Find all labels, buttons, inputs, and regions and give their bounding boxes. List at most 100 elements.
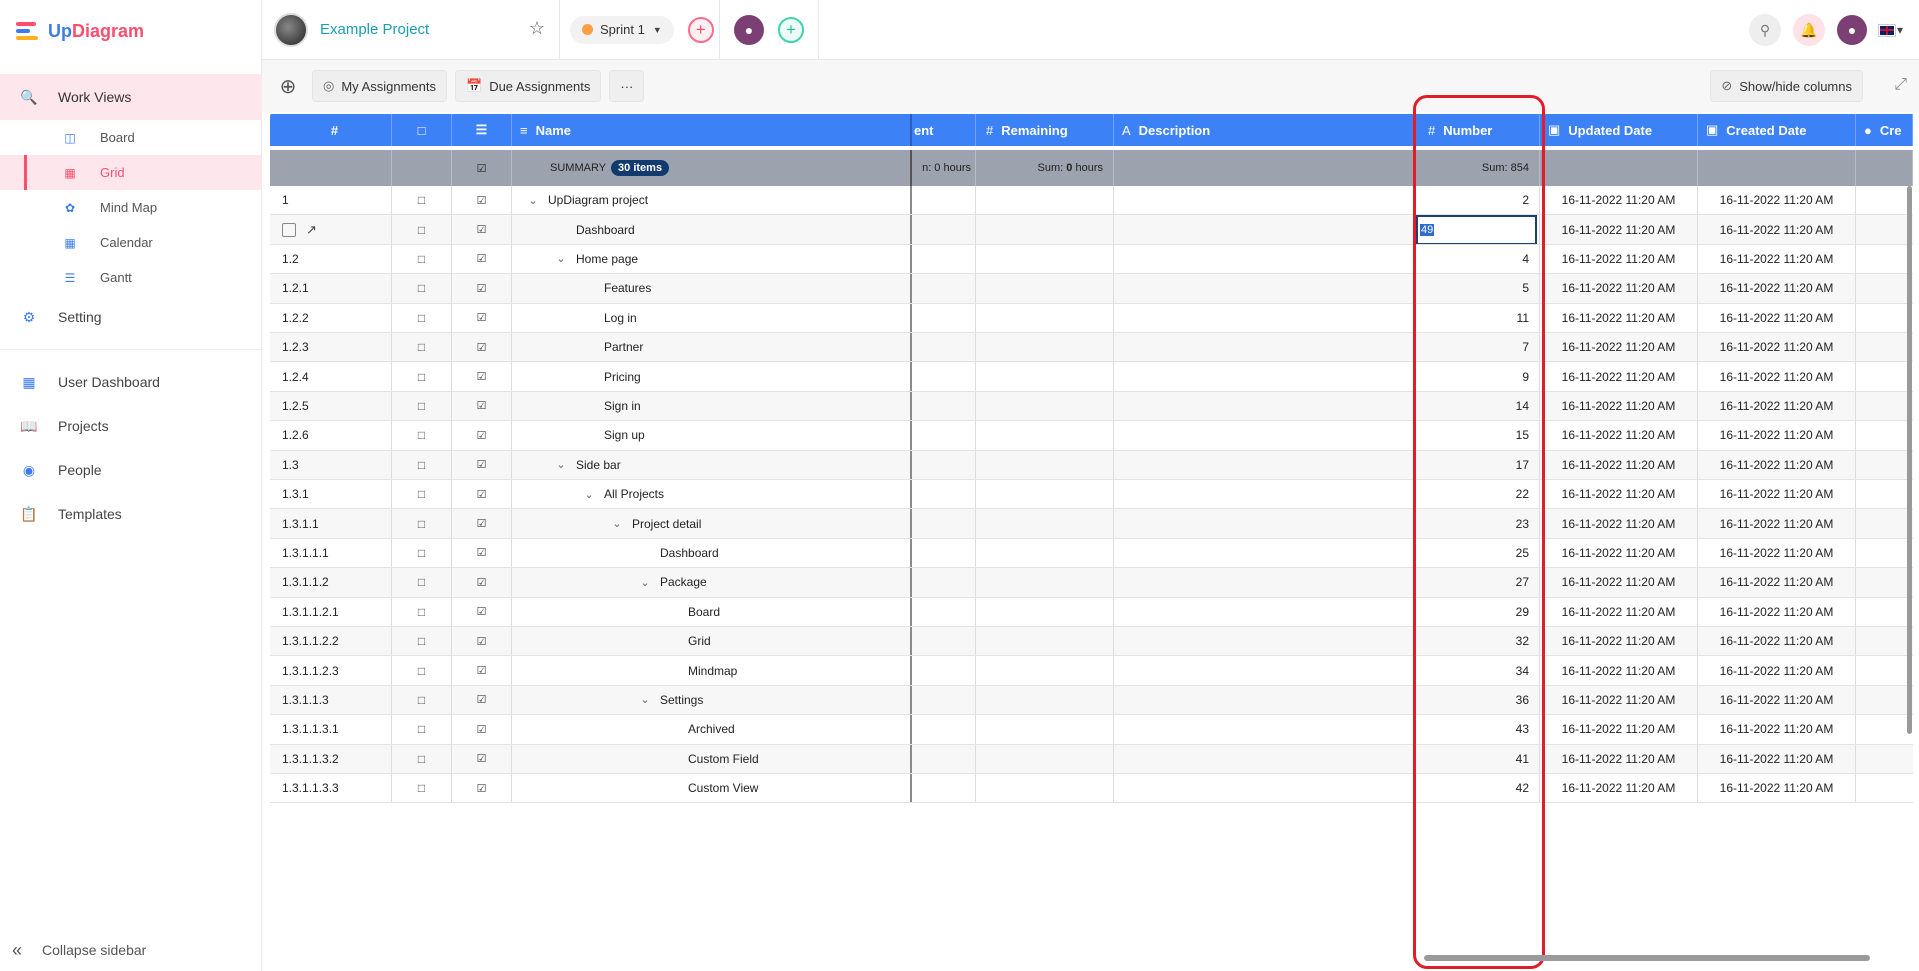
description-cell[interactable]	[1114, 509, 1414, 538]
sidebar-item-gantt[interactable]: ☰ Gantt	[0, 260, 262, 295]
comment-icon[interactable]: □	[392, 568, 452, 597]
sidebar-item-grid[interactable]: ▦ Grid	[0, 155, 262, 190]
table-row[interactable]: 1.3.1.1 □ ☑ ⌄ Project detail 23 16-11-2022 11:…	[270, 509, 1913, 539]
chevron-down-icon[interactable]: ⌄	[636, 693, 654, 706]
checklist-icon[interactable]: ☑	[452, 186, 512, 215]
checklist-icon[interactable]: ☑	[452, 774, 512, 803]
name-cell[interactable]: Partner	[512, 333, 912, 362]
spent-cell[interactable]	[912, 774, 976, 803]
remaining-cell[interactable]	[976, 509, 1114, 538]
table-row[interactable]: 1.3.1.1.2.1 □ ☑ Board 29 16-11-2022 11:20 AM 1…	[270, 597, 1913, 627]
number-cell[interactable]: 41	[1414, 744, 1540, 773]
table-row[interactable]: 1.3.1.1.3.1 □ ☑ Archived 43 16-11-2022 11:20 …	[270, 715, 1913, 745]
project-selector[interactable]: Example Project ☆	[262, 0, 560, 60]
checklist-icon[interactable]: ☑	[452, 627, 512, 656]
comment-icon[interactable]: □	[392, 362, 452, 391]
name-cell[interactable]: Board	[512, 597, 912, 626]
description-cell[interactable]	[1114, 597, 1414, 626]
remaining-cell[interactable]	[976, 480, 1114, 509]
comment-icon[interactable]: □	[392, 480, 452, 509]
column-header-name[interactable]: ≡ Name	[512, 114, 912, 146]
spent-cell[interactable]	[912, 186, 976, 215]
checklist-icon[interactable]: ☑	[452, 538, 512, 568]
description-cell[interactable]	[1114, 744, 1414, 773]
number-cell[interactable]: 34	[1414, 656, 1540, 685]
number-cell[interactable]: 29	[1414, 597, 1540, 626]
remaining-cell[interactable]	[976, 274, 1114, 303]
open-external-icon[interactable]: ↗	[306, 222, 317, 238]
comment-icon[interactable]: □	[392, 656, 452, 685]
description-cell[interactable]	[1114, 391, 1414, 421]
checklist-icon[interactable]: ☑	[452, 421, 512, 450]
column-header-remaining[interactable]: # Remaining	[976, 114, 1114, 146]
name-cell[interactable]: Custom View	[512, 774, 912, 803]
checklist-icon[interactable]: ☑	[452, 744, 512, 773]
comment-icon[interactable]: □	[392, 215, 452, 244]
table-row[interactable]: 1.2.1 □ ☑ Features 5 16-11-2022 11:20 AM 16-11…	[270, 274, 1913, 304]
table-row[interactable]: 1.3.1.1.2 □ ☑ ⌄ Package 27 16-11-2022 11:20 AM…	[270, 568, 1913, 598]
column-header-number[interactable]: # Number	[1414, 114, 1540, 146]
add-member-button[interactable]: +	[778, 16, 804, 43]
remaining-cell[interactable]	[976, 568, 1114, 597]
user-avatar[interactable]: ●	[1837, 15, 1867, 45]
checklist-icon[interactable]: ☑	[452, 391, 512, 421]
table-row[interactable]: 1.3.1.1.2.2 □ ☑ Grid 32 16-11-2022 11:20 AM 16…	[270, 627, 1913, 657]
remaining-cell[interactable]	[976, 391, 1114, 421]
spent-cell[interactable]	[912, 480, 976, 509]
sidebar-item-setting[interactable]: ⚙ Setting	[0, 295, 262, 339]
column-header-description[interactable]: A Description	[1114, 114, 1414, 146]
name-cell[interactable]: Sign in	[512, 391, 912, 421]
number-cell[interactable]: 2	[1414, 186, 1540, 215]
description-cell[interactable]	[1114, 333, 1414, 362]
remaining-cell[interactable]	[976, 421, 1114, 450]
checklist-icon[interactable]: ☑	[452, 715, 512, 744]
description-cell[interactable]	[1114, 685, 1414, 715]
checklist-icon[interactable]: ☑	[452, 568, 512, 597]
spent-cell[interactable]	[912, 274, 976, 303]
checklist-icon[interactable]: ☑	[452, 656, 512, 685]
comment-icon[interactable]: □	[392, 303, 452, 332]
spent-cell[interactable]	[912, 391, 976, 421]
spent-cell[interactable]	[912, 362, 976, 391]
name-cell[interactable]: ⌄ Settings	[512, 685, 912, 715]
bell-icon[interactable]: 🔔	[1793, 14, 1825, 46]
checklist-icon[interactable]: ☑	[452, 362, 512, 391]
name-cell[interactable]: Grid	[512, 627, 912, 656]
column-header-created-by[interactable]: ● Cre	[1856, 114, 1913, 146]
spent-cell[interactable]	[912, 685, 976, 715]
chevron-down-icon[interactable]: ⌄	[608, 517, 626, 530]
name-cell[interactable]: Mindmap	[512, 656, 912, 685]
name-cell[interactable]: Dashboard	[512, 538, 912, 568]
checklist-icon[interactable]: ☑	[452, 509, 512, 538]
spent-cell[interactable]	[912, 656, 976, 685]
remaining-cell[interactable]	[976, 715, 1114, 744]
number-cell[interactable]: 36	[1414, 685, 1540, 715]
checklist-icon[interactable]: ☑	[452, 244, 512, 274]
remaining-cell[interactable]	[976, 597, 1114, 626]
comment-icon[interactable]: □	[392, 538, 452, 568]
number-cell[interactable]: 14	[1414, 391, 1540, 421]
due-assignments-button[interactable]: 📅 Due Assignments	[455, 70, 602, 102]
spent-cell[interactable]	[912, 744, 976, 773]
table-row[interactable]: ↗ □ ☑ Dashboard 49 16-11-2022 11:20 AM 16-11-2…	[270, 215, 1913, 245]
logo[interactable]: UpDiagram	[16, 18, 144, 44]
remaining-cell[interactable]	[976, 538, 1114, 568]
remaining-cell[interactable]	[976, 744, 1114, 773]
column-header-index[interactable]: #	[270, 114, 392, 146]
table-row[interactable]: 1.3.1.1.1 □ ☑ Dashboard 25 16-11-2022 11:20 A…	[270, 538, 1913, 569]
table-row[interactable]: 1.3 □ ☑ ⌄ Side bar 17 16-11-2022 11:20 AM 16-11…	[270, 450, 1913, 480]
spent-cell[interactable]	[912, 450, 976, 479]
name-cell[interactable]: Archived	[512, 715, 912, 744]
comment-icon[interactable]: □	[392, 274, 452, 303]
number-cell[interactable]: 32	[1414, 627, 1540, 656]
name-cell[interactable]: ⌄ Home page	[512, 244, 912, 274]
description-cell[interactable]	[1114, 627, 1414, 656]
show-hide-columns-button[interactable]: ⊘ Show/hide columns	[1710, 70, 1863, 102]
column-header-created-date[interactable]: ▣ Created Date	[1698, 114, 1856, 146]
remaining-cell[interactable]	[976, 774, 1114, 803]
description-cell[interactable]	[1114, 421, 1414, 450]
comment-icon[interactable]: □	[392, 685, 452, 715]
sidebar-item-people[interactable]: ◉ People	[0, 448, 262, 492]
checklist-icon[interactable]: ☑	[452, 274, 512, 303]
horizontal-scrollbar[interactable]	[1424, 955, 1870, 961]
